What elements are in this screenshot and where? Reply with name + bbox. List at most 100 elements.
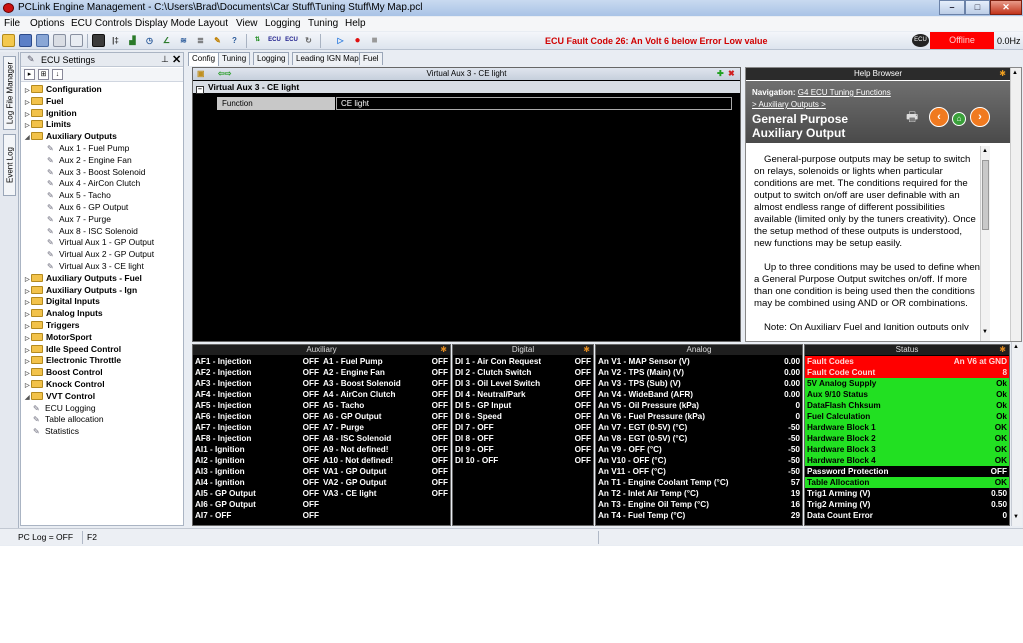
close-panel-button[interactable]: ✕ xyxy=(172,53,181,66)
help-icon[interactable]: ? xyxy=(228,34,241,47)
graph-icon[interactable]: ≋ xyxy=(177,34,190,47)
tree-item[interactable]: ✎ Virtual Aux 1 - GP Output xyxy=(47,236,154,248)
tree-folder[interactable]: ▷ Digital Inputs xyxy=(25,295,100,307)
ecu-send-icon[interactable]: ⇅ xyxy=(251,34,264,47)
maximize-button[interactable]: □ xyxy=(965,0,990,15)
tree-item[interactable]: ✎ Table allocation xyxy=(33,413,104,425)
runtime-scrollbar[interactable]: ▲ ▼ xyxy=(1011,342,1022,526)
menu-help[interactable]: Help xyxy=(345,18,366,29)
tree-folder[interactable]: ▷ Ignition xyxy=(25,107,77,119)
grid-view-icon[interactable]: ⊞ xyxy=(38,69,49,80)
tab-tuning[interactable]: Tuning xyxy=(218,52,251,65)
menu-logging[interactable]: Logging xyxy=(265,18,301,29)
ecu-read-icon[interactable]: ECU xyxy=(268,34,281,47)
scroll-thumb[interactable] xyxy=(982,160,989,230)
page-icon[interactable] xyxy=(70,34,83,47)
nav-back-icon[interactable]: ‹ xyxy=(929,107,949,127)
scroll-down-icon[interactable]: ▼ xyxy=(1013,514,1019,520)
nav-sub-link[interactable]: > Auxiliary Outputs > xyxy=(752,100,826,109)
tree-folder[interactable]: ▷ Analog Inputs xyxy=(25,307,103,319)
nav-home-icon[interactable]: ⌂ xyxy=(952,112,966,126)
tree-item[interactable]: ✎ Virtual Aux 2 - GP Output xyxy=(47,248,154,260)
add-icon[interactable]: ✚ xyxy=(717,69,724,78)
curve-icon[interactable]: ∠ xyxy=(160,34,173,47)
close-icon[interactable]: ✖ xyxy=(728,69,735,78)
menu-display-mode[interactable]: Display Mode xyxy=(135,18,196,29)
tab-log-file-manager[interactable]: Log File Manager xyxy=(3,56,16,130)
collapse-icon[interactable]: ▸ xyxy=(24,69,35,80)
scroll-up-icon[interactable]: ▲ xyxy=(1012,70,1018,76)
tab-config[interactable]: Config xyxy=(188,52,220,66)
list-icon[interactable]: ≣ xyxy=(194,34,207,47)
pin-icon[interactable]: ✱ xyxy=(440,345,447,355)
menu-tuning[interactable]: Tuning xyxy=(308,18,338,29)
tree-folder[interactable]: ▷ Electronic Throttle xyxy=(25,354,121,366)
chart-icon[interactable]: ▟ xyxy=(126,34,139,47)
tree-folder[interactable]: ◢ VVT Control xyxy=(25,390,95,402)
tree-item[interactable]: ✎ Aux 6 - GP Output xyxy=(47,201,128,213)
tree-item[interactable]: ✎ Aux 8 - ISC Solenoid xyxy=(47,225,138,237)
pin-icon[interactable]: ✱ xyxy=(999,68,1006,80)
tree-folder[interactable]: ▷ Knock Control xyxy=(25,378,105,390)
tree-item[interactable]: ✎ Statistics xyxy=(33,425,79,437)
tree-folder[interactable]: ◢ Auxiliary Outputs xyxy=(25,130,117,142)
connection-status[interactable]: Offline xyxy=(930,32,994,49)
ecu-store-icon[interactable]: ECU xyxy=(285,34,298,47)
refresh-icon[interactable]: ↻ xyxy=(302,34,315,47)
menu-options[interactable]: Options xyxy=(30,18,64,29)
tab-fuel[interactable]: Fuel xyxy=(359,52,383,65)
tree-item[interactable]: ✎ ECU Logging xyxy=(33,402,96,414)
tree-item[interactable]: ✎ Virtual Aux 3 - CE light xyxy=(47,260,144,272)
pin-icon[interactable]: ⊥ xyxy=(161,54,169,65)
pin-icon[interactable]: ✱ xyxy=(999,345,1006,355)
menu-file[interactable]: File xyxy=(4,18,20,29)
save-icon[interactable] xyxy=(19,34,32,47)
tree-folder[interactable]: ▷ Limits xyxy=(25,118,71,130)
tree-item[interactable]: ✎ Aux 1 - Fuel Pump xyxy=(47,142,129,154)
tree-item[interactable]: ✎ Aux 7 - Purge xyxy=(47,213,111,225)
tree-folder[interactable]: ▷ MotorSport xyxy=(25,331,92,343)
tree-item[interactable]: ✎ Aux 5 - Tacho xyxy=(47,189,111,201)
nav-forward-icon[interactable]: › xyxy=(970,107,990,127)
menu-view[interactable]: View xyxy=(236,18,258,29)
scroll-up-icon[interactable]: ▲ xyxy=(982,148,989,160)
print-icon[interactable] xyxy=(53,34,66,47)
tab-leading-ign-map[interactable]: Leading IGN Map xyxy=(292,52,363,65)
play-icon[interactable]: ▷ xyxy=(334,34,347,47)
tree-folder[interactable]: ▷ Triggers xyxy=(25,319,80,331)
tree-folder[interactable]: ▷ Auxiliary Outputs - Fuel xyxy=(25,272,142,284)
tree-folder[interactable]: ▷ Idle Speed Control xyxy=(25,343,121,355)
tree-item[interactable]: ✎ Aux 2 - Engine Fan xyxy=(47,154,132,166)
bar-meter-icon[interactable]: |‡ xyxy=(109,34,122,47)
pin-icon[interactable]: ✱ xyxy=(583,345,590,355)
close-button[interactable]: ✕ xyxy=(990,0,1022,15)
record-icon[interactable]: ● xyxy=(351,34,364,47)
minimize-button[interactable]: – xyxy=(939,0,965,15)
help-content-scrollbar[interactable]: ▲ ▼ xyxy=(980,146,990,341)
collapse-toggle[interactable]: – xyxy=(196,86,204,94)
gauge-icon[interactable]: ◷ xyxy=(143,34,156,47)
sort-az-icon[interactable]: ↓ xyxy=(52,69,63,80)
tab-event-log[interactable]: Event Log xyxy=(3,134,16,196)
menu-layout[interactable]: Layout xyxy=(198,18,228,29)
tab-logging[interactable]: Logging xyxy=(253,52,290,65)
save-as-icon[interactable] xyxy=(36,34,49,47)
wand-icon[interactable]: ✎ xyxy=(211,34,224,47)
open-file-icon[interactable] xyxy=(2,34,15,47)
tree-folder[interactable]: ▷ Auxiliary Outputs - Ign xyxy=(25,284,137,296)
tree-folder[interactable]: ▷ Boost Control xyxy=(25,366,103,378)
printer-icon[interactable]: 🖶 xyxy=(906,108,918,130)
tree-item[interactable]: ✎ Aux 3 - Boost Solenoid xyxy=(47,166,145,178)
stop-icon[interactable]: ■ xyxy=(368,34,381,47)
scroll-up-icon[interactable]: ▲ xyxy=(1013,344,1019,350)
tree-item[interactable]: ✎ Aux 4 - AirCon Clutch xyxy=(47,177,140,189)
config-section[interactable]: – Virtual Aux 3 - CE light xyxy=(193,81,740,94)
function-value-field[interactable]: CE light xyxy=(336,97,732,110)
display-icon[interactable] xyxy=(92,34,105,47)
help-scrollbar[interactable]: ▲ xyxy=(1010,68,1021,341)
nav-link[interactable]: G4 ECU Tuning Functions xyxy=(798,88,891,97)
tree-folder[interactable]: ▷ Fuel xyxy=(25,95,63,107)
menu-ecu-controls[interactable]: ECU Controls xyxy=(71,18,132,29)
tree-folder[interactable]: ▷ Configuration xyxy=(25,83,102,95)
scroll-down-icon[interactable]: ▼ xyxy=(982,329,989,339)
